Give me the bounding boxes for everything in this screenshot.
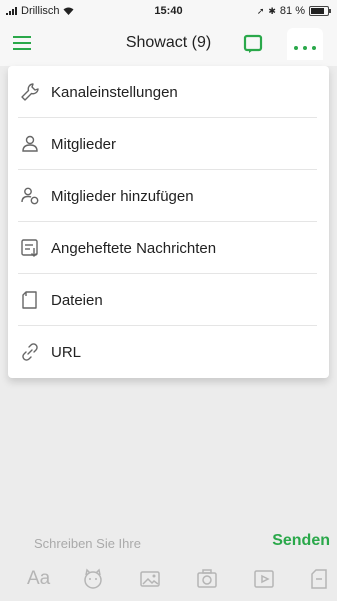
menu-item-kanaleinstellungen[interactable]: Kanaleinstellungen (8, 66, 329, 118)
menu-item-label: Angeheftete Nachrichten (51, 239, 217, 257)
camera-icon[interactable] (196, 568, 218, 590)
menu-item-label: Mitglieder (51, 135, 117, 153)
menu-item-url[interactable]: URL (8, 326, 329, 378)
menu-item-angeheftete-nachrichten[interactable]: Angeheftete Nachrichten (8, 222, 329, 274)
file-attach-icon[interactable] (310, 568, 328, 590)
status-right: ➚ ✱ 81 % (256, 5, 331, 17)
menu-item-label: Dateien (51, 291, 103, 309)
composer-toolbar: Aa (0, 564, 337, 600)
menu-item-dateien[interactable]: Dateien (8, 274, 329, 326)
file-icon (22, 291, 37, 309)
location-icon: ➚ (256, 5, 265, 16)
menu-item-label: Kanaleinstellungen (51, 83, 178, 101)
menu-item-label: URL (51, 343, 82, 361)
image-icon[interactable] (139, 568, 161, 590)
message-input[interactable]: Schreiben Sie Ihre (34, 536, 141, 551)
sticker-icon[interactable] (82, 568, 104, 590)
status-bar: Drillisch 15:40 ➚ ✱ 81 % (0, 0, 337, 22)
video-icon[interactable] (253, 568, 275, 590)
add-person-icon (21, 187, 39, 205)
wrench-icon (21, 83, 39, 101)
text-format-icon[interactable]: Aa (27, 568, 50, 590)
nav-bar: Showact (9) (0, 22, 337, 66)
menu-item-mitglieder-hinzufuegen[interactable]: Mitglieder hinzufügen (8, 170, 329, 222)
battery-fill (311, 8, 324, 14)
battery-percent: 81 % (279, 5, 305, 17)
pinned-messages-icon (21, 239, 38, 257)
bluetooth-icon: ✱ (268, 5, 276, 16)
link-icon (22, 343, 38, 361)
more-options-icon[interactable] (287, 28, 323, 60)
message-composer: Schreiben Sie Ihre Senden Aa (0, 520, 337, 601)
battery-icon (309, 6, 331, 16)
channel-options-menu: Kanaleinstellungen Mitglieder Mitglieder… (8, 66, 329, 378)
send-button[interactable]: Senden (272, 532, 330, 550)
chat-bubble-icon[interactable] (243, 34, 265, 54)
menu-item-mitglieder[interactable]: Mitglieder (8, 118, 329, 170)
person-icon (22, 135, 38, 152)
menu-item-label: Mitglieder hinzufügen (51, 187, 194, 205)
